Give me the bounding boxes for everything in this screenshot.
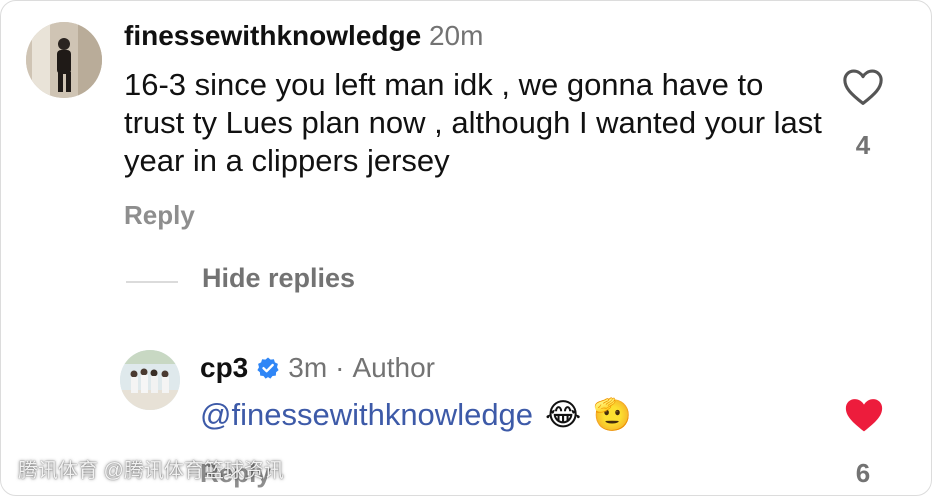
reply-username[interactable]: cp3 bbox=[200, 352, 248, 384]
reply-like-count: 6 bbox=[855, 458, 871, 488]
reply-header: cp3 3m · Author bbox=[200, 352, 435, 384]
watermark-text: 腾讯体育 @腾讯体育篮球资讯 bbox=[18, 460, 284, 482]
laughing-emoji-icon: 😂 bbox=[545, 396, 582, 432]
hide-replies-button[interactable]: Hide replies bbox=[202, 263, 355, 294]
replies-divider bbox=[126, 281, 178, 283]
comment-text: 16-3 since you left man idk , we gonna h… bbox=[124, 67, 822, 178]
reply-text: @finessewithknowledge 😂 🫡 bbox=[200, 396, 632, 433]
comment-reply-button[interactable]: Reply bbox=[124, 200, 195, 231]
comment-time: 20m bbox=[428, 20, 484, 51]
heart-filled-icon[interactable] bbox=[843, 396, 885, 434]
saluting-emoji-icon: 🫡 bbox=[593, 397, 632, 432]
commenter-avatar[interactable] bbox=[26, 22, 102, 98]
comment-header: finessewithknowledge 20m bbox=[124, 20, 483, 52]
reply-time: 3m bbox=[288, 352, 328, 383]
mention-link[interactable]: @finessewithknowledge bbox=[200, 397, 533, 433]
comment-like-count: 4 bbox=[855, 130, 871, 160]
comment-username[interactable]: finessewithknowledge bbox=[124, 20, 421, 51]
verified-badge-icon bbox=[257, 357, 279, 379]
meta-separator: · bbox=[335, 352, 345, 383]
heart-outline-icon[interactable] bbox=[842, 68, 884, 106]
reply-author-avatar[interactable] bbox=[120, 350, 180, 410]
author-label: Author bbox=[352, 352, 435, 383]
